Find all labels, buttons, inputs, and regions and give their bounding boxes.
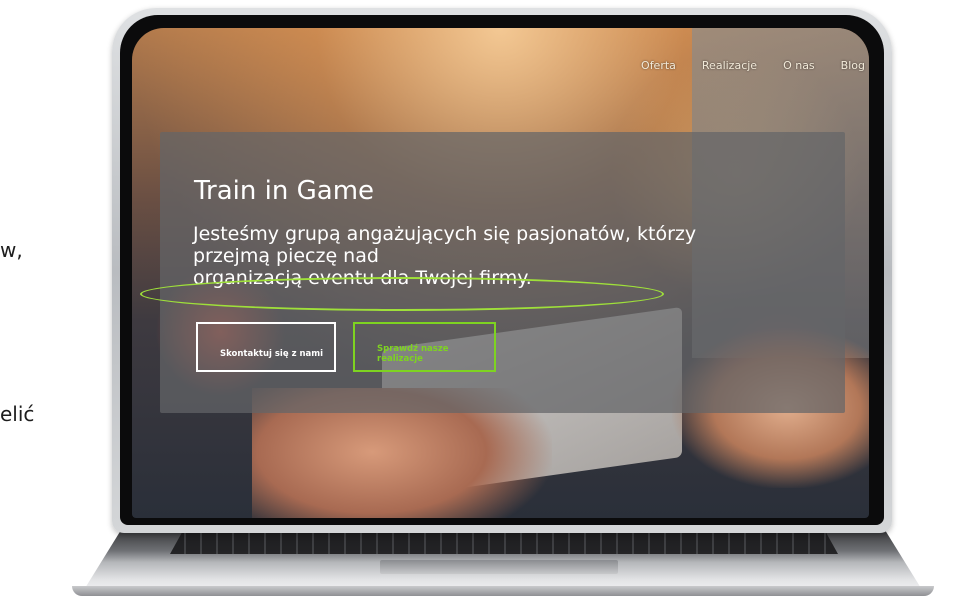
background-text-fragment-2: elić <box>0 402 35 426</box>
background-text-fragment-1: w, <box>0 238 23 262</box>
nav-item-o-nas[interactable]: O nas <box>783 59 815 72</box>
contact-button[interactable]: Skontaktuj się z nami <box>196 322 336 372</box>
laptop-screen: Oferta Realizacje O nas Blog Train in Ga… <box>132 28 869 518</box>
top-navigation: Oferta Realizacje O nas Blog <box>641 59 865 72</box>
laptop-trackpad <box>380 560 618 574</box>
laptop-keyboard <box>170 530 838 554</box>
highlight-oval <box>140 277 664 311</box>
portfolio-button[interactable]: Sprawdź nasze realizacje <box>353 322 496 372</box>
hero-panel: Train in Game Jesteśmy grupą angażującyc… <box>140 132 845 413</box>
nav-item-realizacje[interactable]: Realizacje <box>702 59 757 72</box>
nav-item-blog[interactable]: Blog <box>841 59 865 72</box>
nav-item-oferta[interactable]: Oferta <box>641 59 676 72</box>
hero-title: Train in Game <box>194 176 375 206</box>
hero-description-line-1: Jesteśmy grupą angażujących się pasjonat… <box>193 223 697 245</box>
hero-description-line-2: przejmą pieczę nad <box>193 245 379 267</box>
laptop-base-edge <box>72 586 934 596</box>
